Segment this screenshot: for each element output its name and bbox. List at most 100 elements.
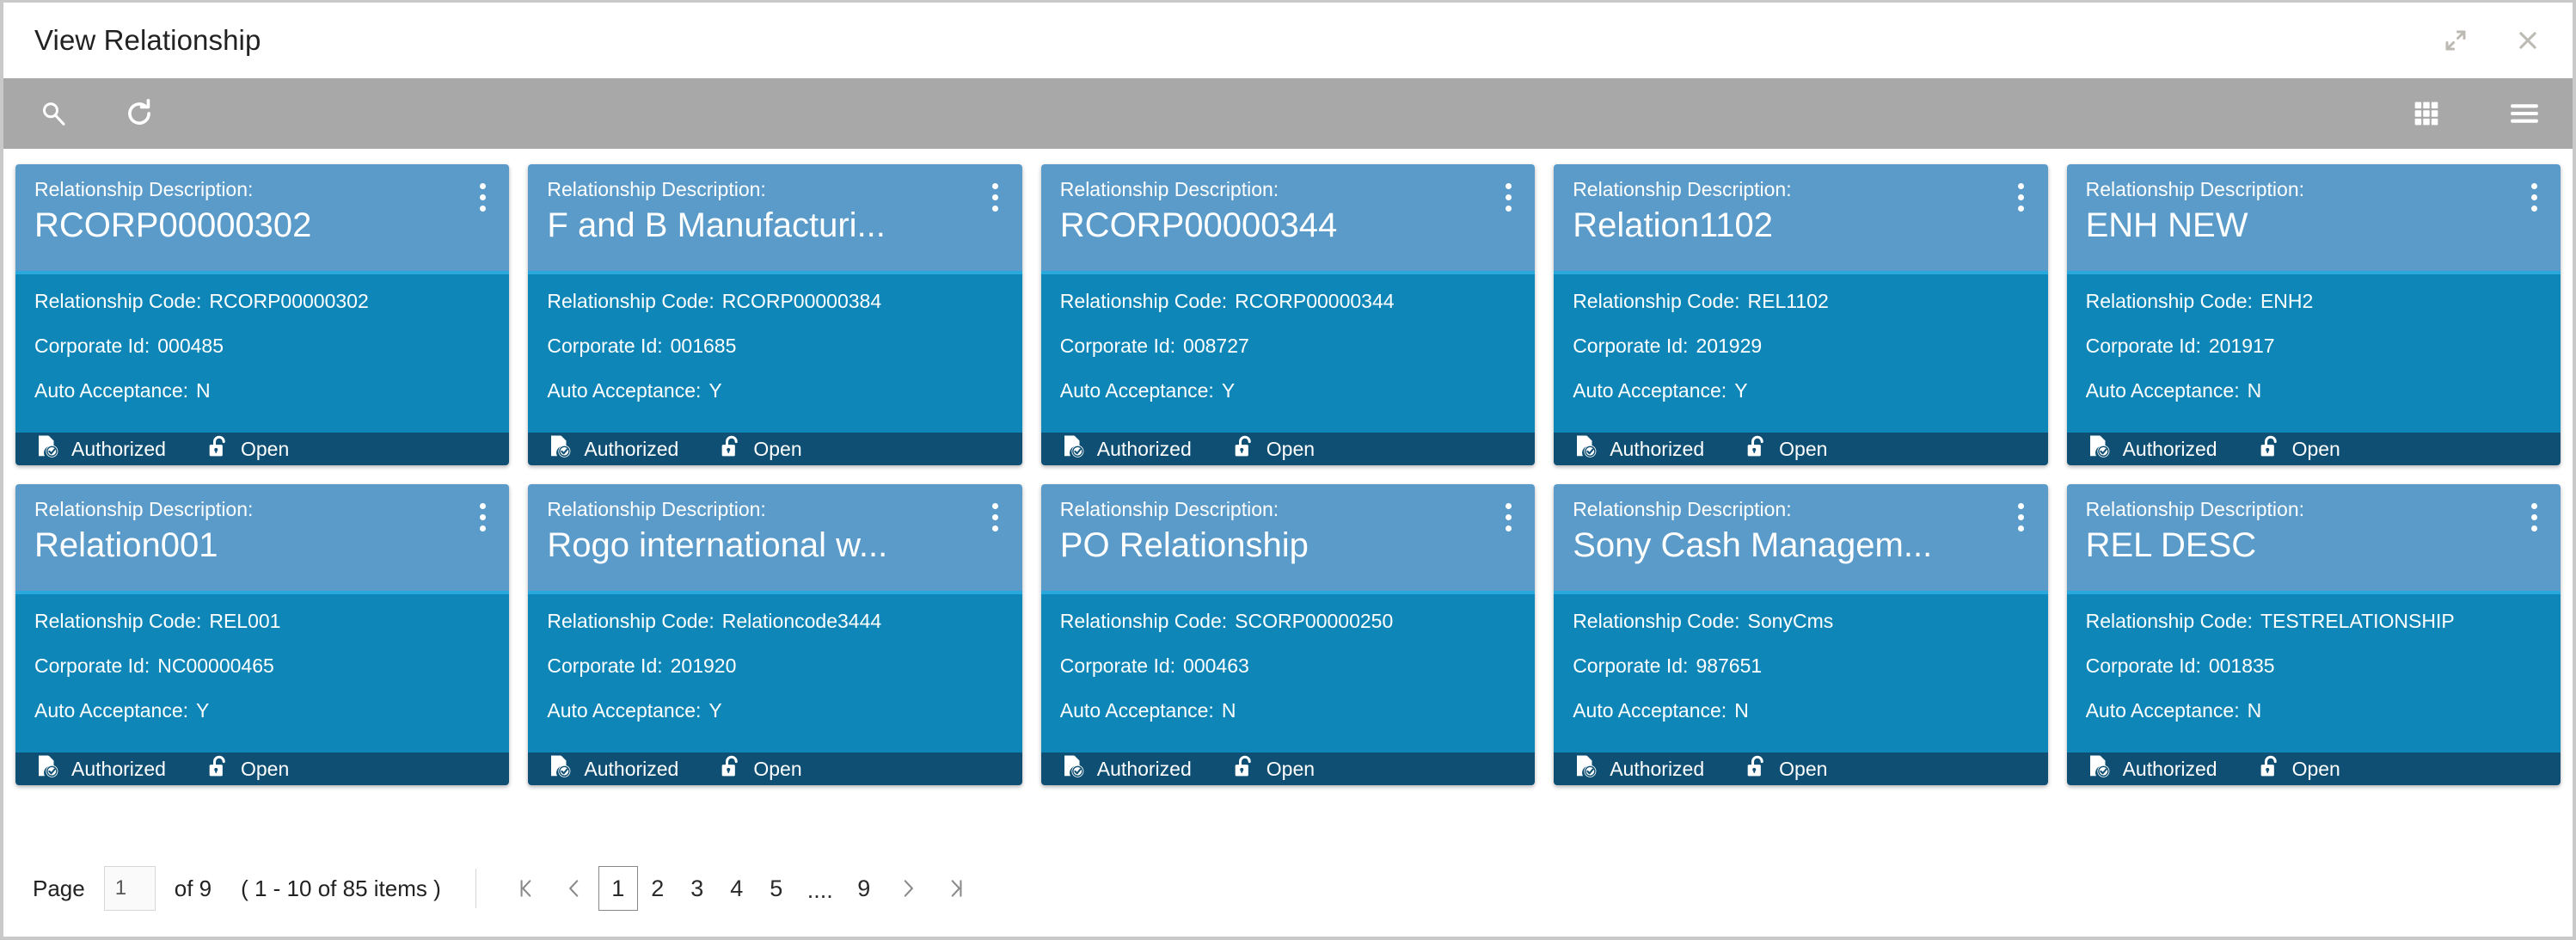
grid-view-icon[interactable]: [2404, 91, 2449, 136]
lock-status-label: Open: [753, 758, 801, 781]
card-auto-acceptance-row: Auto Acceptance:N: [1573, 699, 2028, 722]
card-menu-icon[interactable]: [469, 178, 495, 212]
first-page-icon[interactable]: [502, 866, 550, 911]
next-page-icon[interactable]: [884, 866, 932, 911]
card-corporate-row: Corporate Id:987651: [1573, 654, 2028, 678]
collapse-arrows-icon[interactable]: [2437, 22, 2475, 59]
card-description-label: Relationship Description:: [1060, 178, 1495, 201]
page-number-button[interactable]: 2: [638, 866, 678, 911]
card-auto-acceptance-label: Auto Acceptance:: [34, 379, 188, 402]
card-corporate-row: Corporate Id:008727: [1060, 335, 1516, 358]
card-menu-icon[interactable]: [2009, 178, 2034, 212]
card-code-row: Relationship Code:REL1102: [1573, 290, 2028, 313]
authorization-status-label: Authorized: [71, 438, 166, 461]
last-page-icon[interactable]: [932, 866, 980, 911]
card-auto-acceptance-label: Auto Acceptance:: [2086, 379, 2240, 402]
card-description-value: F and B Manufacturi...: [547, 206, 982, 245]
card-description-value: ENH NEW: [2086, 206, 2521, 245]
card-code-label: Relationship Code:: [34, 290, 201, 312]
document-check-icon: [2086, 433, 2112, 464]
card-footer: AuthorizedOpen: [528, 433, 1021, 465]
relationship-card[interactable]: Relationship Description:Relation001Rela…: [15, 484, 509, 785]
card-description-value: PO Relationship: [1060, 526, 1495, 565]
card-menu-icon[interactable]: [2009, 498, 2034, 531]
lock-status-label: Open: [1267, 758, 1315, 781]
lock-status-label: Open: [2292, 438, 2340, 461]
page-number-button-last[interactable]: 9: [844, 866, 884, 911]
page-number-button[interactable]: 5: [757, 866, 796, 911]
document-check-icon: [1573, 433, 1598, 464]
unlocked-padlock-icon: [718, 753, 742, 784]
card-body: Relationship Code:REL1102 Corporate Id: 20…: [1554, 274, 2047, 433]
relationship-card[interactable]: Relationship Description:RCORP00000344Re…: [1041, 164, 1535, 465]
card-auto-acceptance-row: Auto Acceptance:N: [2086, 379, 2542, 402]
card-code-value: Relationcode3444: [722, 610, 881, 632]
unlocked-padlock-icon: [205, 753, 230, 784]
card-header-texts: Relationship Description:PO Relationship: [1060, 498, 1495, 565]
card-menu-icon[interactable]: [983, 498, 1009, 531]
card-corporate-row: Corporate Id:001835: [2086, 654, 2542, 678]
relationship-card[interactable]: Relationship Description:PO Relationship…: [1041, 484, 1535, 785]
document-check-icon: [2086, 753, 2112, 784]
card-code-value: RCORP00000384: [722, 290, 881, 312]
card-menu-icon[interactable]: [1495, 498, 1521, 531]
card-description-value: REL DESC: [2086, 526, 2521, 565]
card-auto-acceptance-label: Auto Acceptance:: [1060, 699, 1214, 722]
card-menu-icon[interactable]: [2521, 178, 2547, 212]
card-corporate-label: Corporate Id:: [1573, 335, 1688, 357]
items-range-label: ( 1 - 10 of 85 items ): [241, 875, 441, 902]
card-corporate-value: 001685: [671, 335, 737, 357]
relationship-card[interactable]: Relationship Description:F and B Manufac…: [528, 164, 1021, 465]
card-corporate-label: Corporate Id:: [1060, 654, 1175, 677]
unlocked-padlock-icon: [1231, 433, 1255, 464]
unlocked-padlock-icon: [205, 433, 230, 464]
relationship-card[interactable]: Relationship Description:ENH NEWRelation…: [2067, 164, 2561, 465]
card-auto-acceptance-row: Auto Acceptance:Y: [34, 699, 490, 722]
relationship-card[interactable]: Relationship Description:Sony Cash Manag…: [1554, 484, 2047, 785]
card-code-row: Relationship Code:SonyCms: [1573, 610, 2028, 633]
card-auto-acceptance-value: Y: [196, 699, 209, 722]
card-corporate-row: Corporate Id:001685: [547, 335, 1003, 358]
relationship-card[interactable]: Relationship Description:Rogo internatio…: [528, 484, 1021, 785]
card-corporate-row: Corporate Id:201917: [2086, 335, 2542, 358]
previous-page-icon[interactable]: [550, 866, 598, 911]
card-footer: AuthorizedOpen: [2067, 433, 2561, 465]
authorization-status: Authorized: [1060, 753, 1192, 784]
page-number-button[interactable]: 3: [678, 866, 717, 911]
card-auto-acceptance-row: Auto Acceptance:Y: [547, 699, 1003, 722]
card-header: Relationship Description:RCORP00000344: [1041, 164, 1535, 274]
card-header: Relationship Description:PO Relationship: [1041, 484, 1535, 594]
card-auto-acceptance-row: Auto Acceptance:Y: [1573, 379, 2028, 402]
document-check-icon: [34, 433, 60, 464]
card-corporate-value: 201929: [1696, 335, 1762, 357]
relationship-card[interactable]: Relationship Description:Relation1102Rel…: [1554, 164, 2047, 465]
card-menu-icon[interactable]: [469, 498, 495, 531]
card-auto-acceptance-label: Auto Acceptance:: [1573, 379, 1727, 402]
window-controls: [2437, 22, 2547, 59]
page-number-button[interactable]: 1: [598, 866, 638, 911]
lock-status: Open: [1231, 753, 1315, 784]
view-relationship-window: View Relationship: [0, 0, 2576, 940]
authorization-status: Authorized: [34, 433, 166, 464]
card-body: Relationship Code:Relationcode3444Corpor…: [528, 594, 1021, 753]
card-header: Relationship Description:Relation1102: [1554, 164, 2047, 274]
card-header-texts: Relationship Description:Sony Cash Manag…: [1573, 498, 2008, 565]
authorization-status: Authorized: [2086, 753, 2217, 784]
page-number-input[interactable]: [104, 866, 156, 911]
card-menu-icon[interactable]: [1495, 178, 1521, 212]
card-menu-icon[interactable]: [983, 178, 1009, 212]
close-icon[interactable]: [2509, 22, 2547, 59]
card-corporate-value: 000485: [157, 335, 224, 357]
relationship-card[interactable]: Relationship Description:REL DESCRelatio…: [2067, 484, 2561, 785]
search-icon[interactable]: [31, 91, 76, 136]
hamburger-menu-icon[interactable]: [2502, 91, 2547, 136]
card-footer: AuthorizedOpen: [528, 753, 1021, 785]
refresh-icon[interactable]: [117, 91, 162, 136]
page-title: View Relationship: [34, 24, 261, 57]
relationship-card[interactable]: Relationship Description:RCORP00000302Re…: [15, 164, 509, 465]
card-description-label: Relationship Description:: [2086, 498, 2521, 521]
page-number-button[interactable]: 4: [717, 866, 757, 911]
card-corporate-row: Corporate Id:NC00000465: [34, 654, 490, 678]
card-menu-icon[interactable]: [2521, 498, 2547, 531]
pagination-divider: [475, 869, 476, 908]
